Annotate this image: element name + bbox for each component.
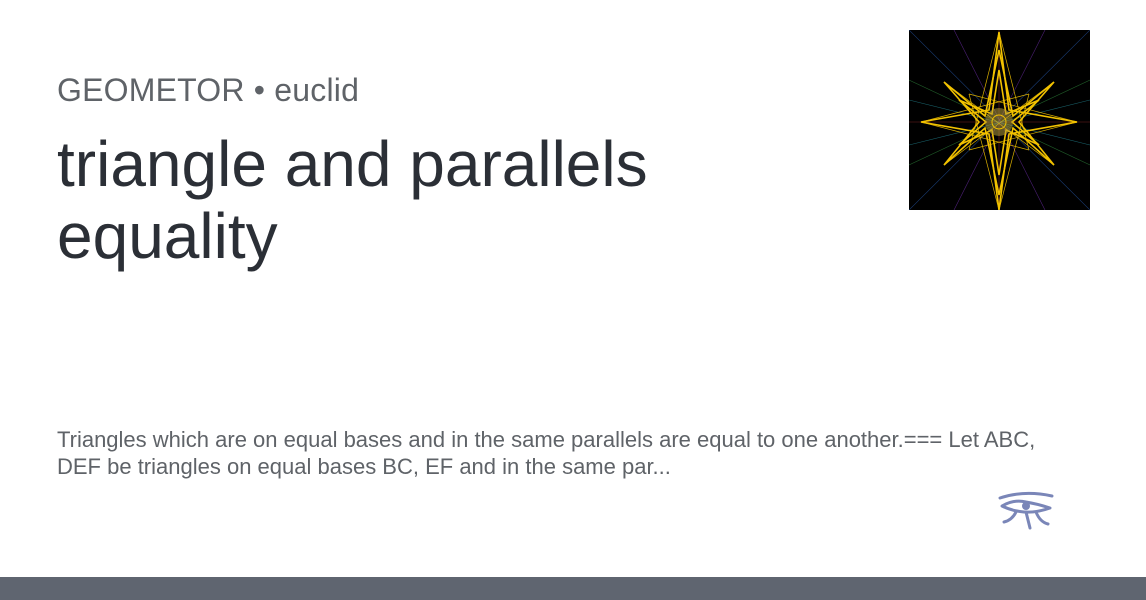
page-description: Triangles which are on equal bases and i… (57, 427, 1036, 479)
star-polygon-thumbnail (909, 30, 1090, 210)
star-polygon-icon (909, 30, 1090, 210)
eye-of-horus-glyph (998, 491, 1054, 530)
page-title: triangle and parallels equality (57, 128, 648, 272)
preview-card: GEOMETOR • euclid triangle and parallels… (0, 0, 1146, 600)
eye-of-horus-icon (996, 488, 1056, 532)
site-name: GEOMETOR • euclid (57, 72, 360, 108)
footer-bar (0, 577, 1146, 600)
